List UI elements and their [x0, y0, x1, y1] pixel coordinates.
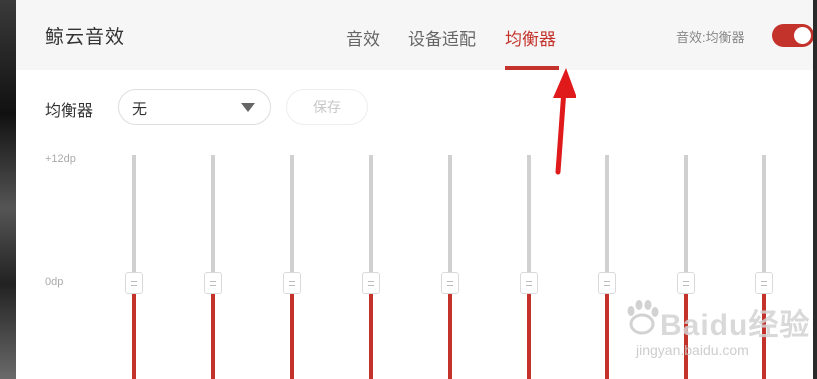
slider-thumb[interactable] [362, 272, 380, 294]
slider-fill [448, 283, 452, 379]
eq-band-slider-2[interactable] [202, 155, 224, 379]
scale-label-top: +12dp [45, 153, 76, 165]
header-bar: 鲸云音效 音效 设备适配 均衡器 音效:均衡器 [16, 0, 813, 70]
tab-sound-effects[interactable]: 音效 [346, 25, 380, 50]
slider-thumb[interactable] [598, 272, 616, 294]
slider-fill [369, 283, 373, 379]
paw-icon [627, 300, 659, 335]
effect-status-label: 音效:均衡器 [676, 30, 745, 45]
slider-fill [527, 283, 531, 379]
toggle-knob [794, 27, 811, 44]
slider-thumb[interactable] [441, 272, 459, 294]
slider-thumb[interactable] [125, 272, 143, 294]
eq-band-slider-6[interactable] [518, 155, 540, 379]
slider-thumb[interactable] [677, 272, 695, 294]
eq-band-slider-4[interactable] [360, 155, 382, 379]
slider-thumb[interactable] [204, 272, 222, 294]
preset-value: 无 [132, 101, 148, 118]
slider-thumb[interactable] [755, 272, 773, 294]
eq-band-slider-1[interactable] [123, 155, 145, 379]
background-left-edge [0, 0, 16, 379]
app-title: 鲸云音效 [45, 27, 126, 48]
annotation-arrow [553, 68, 576, 175]
eq-band-slider-8[interactable] [675, 155, 697, 379]
eq-band-slider-3[interactable] [281, 155, 303, 379]
slider-fill [762, 283, 766, 379]
equalizer-label: 均衡器 [45, 103, 94, 120]
background-right-edge [813, 0, 817, 379]
slider-fill [211, 283, 215, 379]
slider-fill [684, 283, 688, 379]
slider-thumb[interactable] [520, 272, 538, 294]
chevron-down-icon [241, 103, 255, 112]
sound-effects-panel: 鲸云音效 音效 设备适配 均衡器 音效:均衡器 均衡器 无 保存 +12dp 0… [16, 0, 813, 379]
baidu-watermark: Baidu经验 jingyan.baidu.com [622, 290, 813, 370]
scale-label-zero: 0dp [45, 276, 64, 288]
preset-dropdown[interactable]: 无 [118, 89, 271, 125]
tab-equalizer[interactable]: 均衡器 [505, 25, 556, 50]
slider-fill [605, 283, 609, 379]
eq-band-slider-9[interactable] [753, 155, 775, 379]
slider-fill [132, 283, 136, 379]
eq-band-slider-7[interactable] [596, 155, 618, 379]
effect-toggle-switch[interactable] [772, 24, 813, 47]
tab-device-adaptation[interactable]: 设备适配 [408, 25, 476, 50]
eq-band-slider-5[interactable] [439, 155, 461, 379]
slider-fill [290, 283, 294, 379]
save-button[interactable]: 保存 [286, 89, 368, 125]
slider-thumb[interactable] [283, 272, 301, 294]
